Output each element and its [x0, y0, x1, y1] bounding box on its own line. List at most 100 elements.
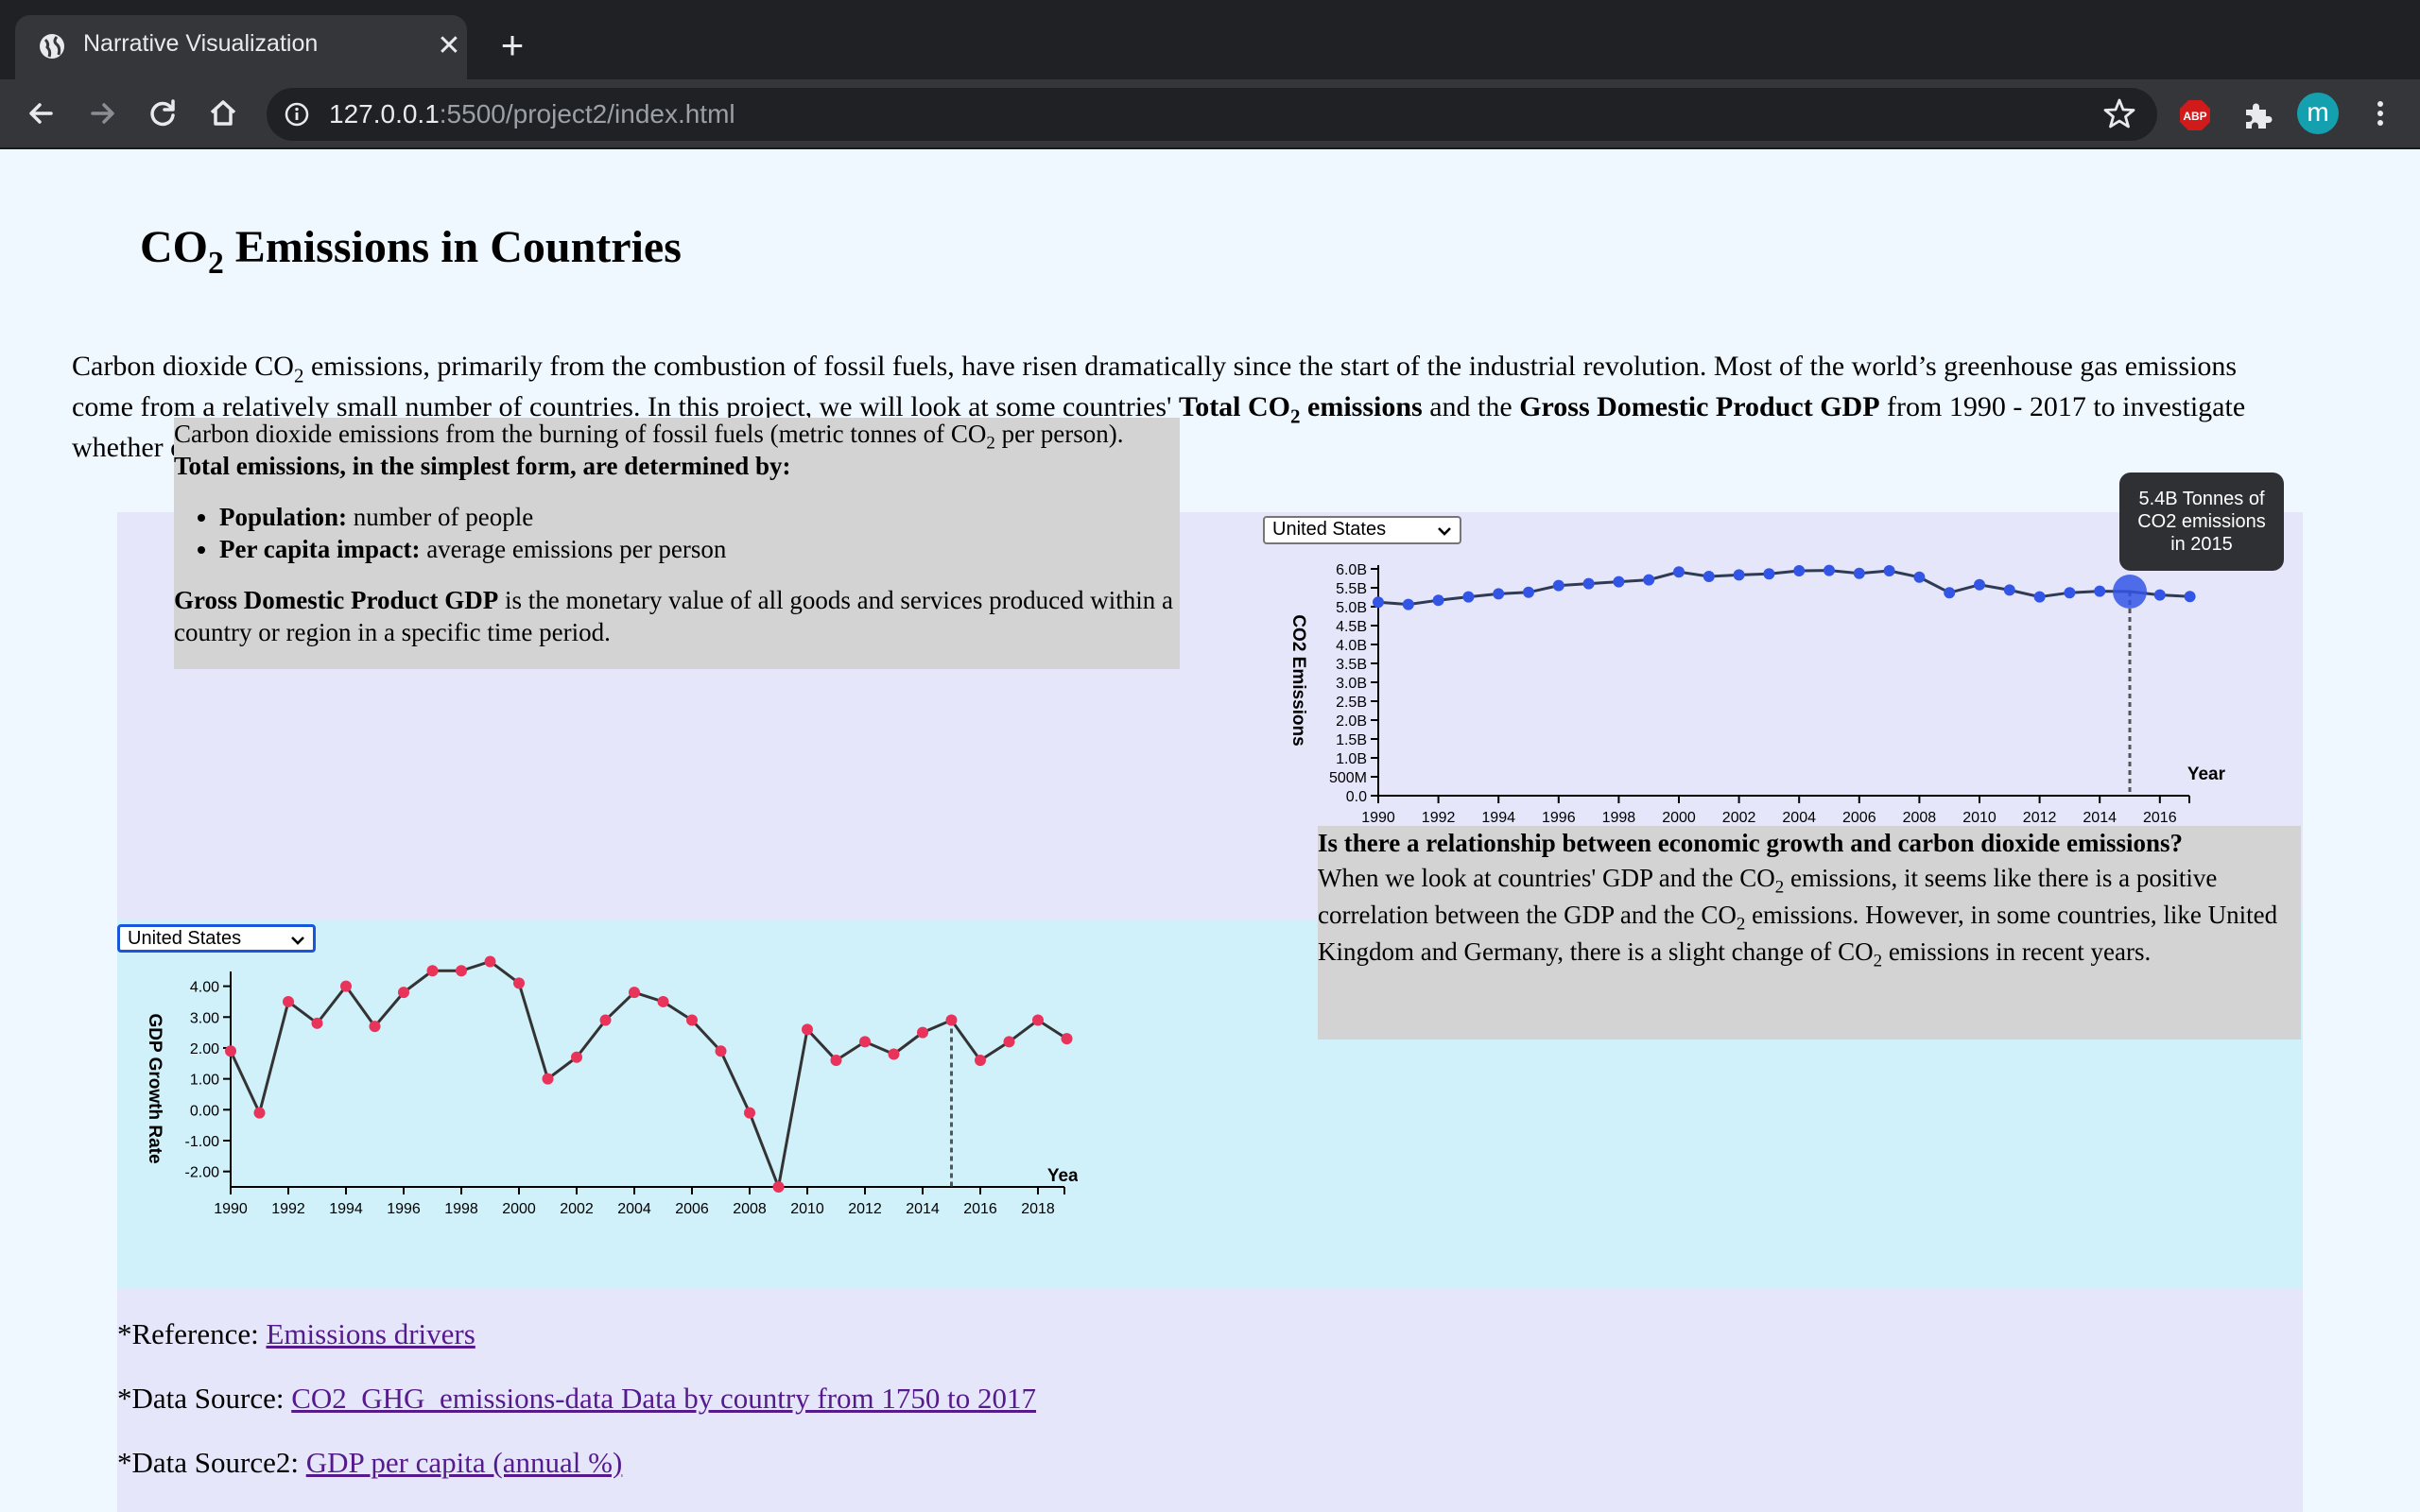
data-point — [629, 987, 640, 999]
x-tick-label: 2016 — [2143, 810, 2177, 826]
data-point — [1703, 571, 1715, 582]
reload-icon[interactable] — [144, 94, 182, 132]
kebab-menu-icon[interactable] — [2363, 96, 2397, 130]
question-text: Is there a relationship between economic… — [1318, 829, 2184, 857]
data-point — [686, 1014, 698, 1026]
data-point — [744, 1107, 755, 1119]
y-tick-label: 1.5B — [1336, 732, 1367, 748]
tooltip-line: in 2015 — [2170, 534, 2233, 555]
address-bar[interactable]: 127.0.0.1:5500/project2/index.html — [267, 88, 2157, 141]
select-value: United States — [128, 928, 242, 949]
list-item: Per capita impact: average emissions per… — [219, 533, 1180, 565]
x-tick-label: 1996 — [387, 1201, 421, 1217]
x-tick-label: 2006 — [1842, 810, 1876, 826]
info-sub: 2 — [986, 433, 995, 454]
x-tick-label: 2002 — [560, 1201, 594, 1217]
close-tab-icon[interactable]: ✕ — [435, 32, 463, 60]
gdp-data-source-link[interactable]: GDP per capita (annual %) — [306, 1446, 623, 1479]
home-icon[interactable] — [204, 94, 242, 132]
y-tick-label: 5.0B — [1336, 600, 1367, 616]
data-point — [1552, 579, 1564, 592]
x-tick-label: 2004 — [617, 1201, 651, 1217]
x-tick-label: 1992 — [1422, 810, 1456, 826]
y-axis-title: CO2 Emissions — [1288, 614, 1308, 746]
title-pre: CO — [140, 222, 208, 272]
chevron-down-icon — [1438, 527, 1451, 536]
x-tick-label: 2012 — [848, 1201, 882, 1217]
data-point — [1974, 578, 1985, 591]
back-arrow-icon[interactable] — [23, 94, 60, 132]
data-point — [830, 1055, 842, 1067]
info-text: per person). — [994, 420, 1124, 448]
x-axis-title: Year — [2187, 765, 2226, 784]
ref-label: *Data Source2: — [117, 1446, 306, 1479]
answer-sub: 2 — [1873, 951, 1883, 971]
extensions-puzzle-icon[interactable] — [2240, 98, 2274, 132]
data-point — [772, 1181, 785, 1193]
y-tick-label: -2.00 — [185, 1165, 220, 1181]
title-post: Emissions in Countries — [223, 222, 682, 272]
data-point — [715, 1045, 727, 1057]
intro-bold-text: Total CO — [1178, 391, 1291, 422]
data-source2-line: *Data Source2: GDP per capita (annual %) — [117, 1446, 622, 1480]
data-point — [1853, 567, 1865, 579]
globe-icon — [40, 34, 64, 59]
gdp-country-select[interactable]: United States — [117, 924, 316, 953]
data-point — [1373, 596, 1384, 609]
browser-tab[interactable]: Narrative Visualization ✕ — [15, 15, 467, 79]
x-tick-label: 1998 — [1602, 810, 1636, 826]
data-point — [859, 1036, 871, 1048]
abp-label: ABP — [2183, 110, 2206, 123]
x-tick-label: 1994 — [329, 1201, 363, 1217]
url-host: 127.0.0.1 — [329, 99, 440, 129]
data-point — [513, 977, 525, 989]
profile-avatar[interactable]: m — [2297, 93, 2339, 134]
y-tick-label: 2.5B — [1336, 695, 1367, 711]
answer-text: emissions in recent years. — [1882, 937, 2152, 966]
page-title: CO2 Emissions in Countries — [140, 221, 682, 279]
x-tick-label: 2016 — [963, 1201, 997, 1217]
info-text: Carbon dioxide emissions from the burnin… — [174, 420, 987, 448]
data-point — [2094, 585, 2106, 597]
bullet-label: Per capita impact: — [219, 535, 421, 563]
x-tick-label: 2014 — [2083, 810, 2117, 826]
y-tick-label: 0.00 — [190, 1103, 219, 1119]
url-text: 127.0.0.1:5500/project2/index.html — [329, 99, 735, 129]
x-tick-label: 1998 — [444, 1201, 478, 1217]
forward-arrow-icon[interactable] — [83, 94, 121, 132]
data-point — [1402, 598, 1414, 610]
y-tick-label: 6.0B — [1336, 562, 1367, 578]
data-point — [1613, 576, 1625, 588]
data-point — [542, 1073, 554, 1085]
info-line2: Total emissions, in the simplest form, a… — [174, 450, 1180, 482]
series-line — [229, 959, 1068, 1193]
y-tick-label: 2.00 — [190, 1041, 219, 1057]
info-bullets: Population: number of people Per capita … — [219, 501, 1180, 565]
info-line1: Carbon dioxide emissions from the burnin… — [174, 418, 1180, 453]
x-tick-label: 2000 — [1662, 810, 1696, 826]
data-point — [340, 980, 352, 992]
co2-country-select[interactable]: United States — [1263, 516, 1461, 544]
new-tab-icon[interactable]: + — [493, 26, 531, 65]
data-point — [1462, 591, 1475, 603]
info-icon[interactable] — [284, 101, 310, 128]
data-point — [1673, 566, 1685, 578]
co2-data-source-link[interactable]: CO2_GHG_emissions-data Data by country f… — [291, 1382, 1036, 1415]
emissions-drivers-link[interactable]: Emissions drivers — [266, 1317, 475, 1350]
x-tick-label: 2008 — [733, 1201, 767, 1217]
data-point — [225, 1045, 236, 1057]
data-point — [657, 995, 669, 1007]
data-point — [1913, 571, 1926, 583]
tooltip-line: CO2 emissions — [2137, 511, 2266, 532]
x-tick-label: 1994 — [1481, 810, 1515, 826]
data-point — [571, 1051, 582, 1063]
co2-info-box: Carbon dioxide emissions from the burnin… — [174, 418, 1180, 669]
data-point — [1432, 594, 1444, 607]
y-tick-label: 4.00 — [190, 980, 219, 996]
adblock-plus-icon[interactable]: ABP — [2178, 98, 2212, 132]
info-bold: Gross Domestic Product GDP — [174, 586, 499, 614]
data-point — [2033, 591, 2046, 603]
intro-sub: 2 — [293, 364, 304, 387]
bookmark-star-icon[interactable] — [2102, 96, 2136, 130]
data-point — [945, 1014, 958, 1026]
